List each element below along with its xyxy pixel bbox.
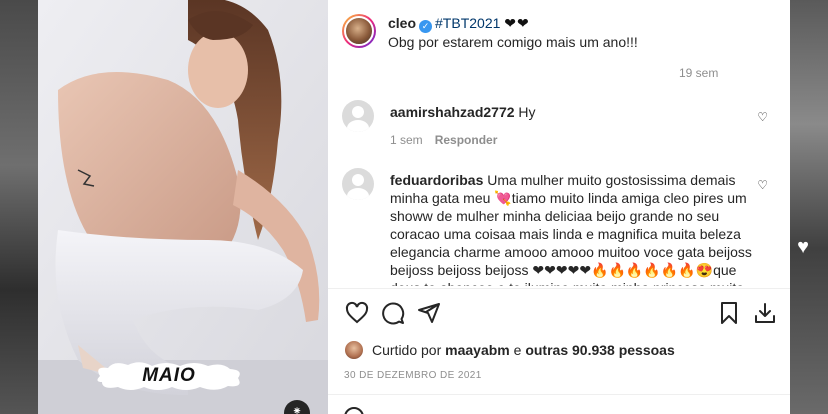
post-details-panel: cleo ✓ #TBT2021 ❤❤ Obg por estarem comigo … [328,0,790,414]
commenter-username[interactable]: feduardoribas [390,172,483,188]
comment-bubble-icon[interactable] [378,298,408,328]
likes-count[interactable]: outras 90.938 pessoas [525,342,674,358]
bookmark-icon[interactable] [714,298,744,328]
reply-button[interactable]: Responder [435,133,498,147]
caption-hearts: ❤❤ [504,15,530,31]
post-photo: MAIO ⁕ [38,0,328,414]
comment-text: Hy [518,104,536,120]
background-heart-icon: ♥ [797,236,809,258]
backdrop-left [0,0,38,414]
comment-text: Uma mulher muito gostosissima demais min… [390,172,752,286]
screen: ♥ MAIO ⁕ cleo ✓ #TBT2021 ❤❤ Obg por esta… [0,0,828,414]
backdrop-right: ♥ [790,0,828,414]
post-time: 19 sem [679,66,719,80]
comment-like-icon[interactable]: ♡ [757,178,768,192]
liker-username[interactable]: maayabm [445,342,510,358]
comment-item: aamirshahzad2772 Hy ♡ [342,100,782,132]
maio-text: MAIO [142,365,196,386]
liker-avatar[interactable] [344,340,364,360]
action-bar [342,298,782,328]
post-modal: MAIO ⁕ cleo ✓ #TBT2021 ❤❤ Obg por estarem … [38,0,790,414]
commenter-avatar[interactable] [342,168,374,200]
comment-item: feduardoribas Uma mulher muito gostosiss… [342,168,782,286]
likes-summary: Curtido por maayabm e outras 90.938 pess… [344,340,675,360]
author-avatar[interactable] [342,14,376,48]
post-caption: cleo ✓ #TBT2021 ❤❤ Obg por estarem comigo … [342,14,782,51]
comment-time: 1 sem [390,133,423,147]
add-comment-bar[interactable] [328,394,790,414]
comment-like-icon[interactable]: ♡ [757,110,768,124]
commenter-avatar[interactable] [342,100,374,132]
caption-text: Obg por estarem comigo mais um ano!!! [388,34,638,50]
comment-meta: 1 sem Responder [390,133,497,147]
likes-joiner: e [513,342,522,358]
caption-hashtag[interactable]: #TBT2021 [435,15,500,31]
likes-prefix: Curtido por [372,342,442,358]
actions-divider [328,288,790,289]
author-username[interactable]: cleo [388,15,416,31]
post-date: 30 DE DEZEMBRO DE 2021 [344,370,482,381]
download-tray-icon[interactable] [750,298,780,328]
emoji-icon[interactable] [344,407,364,414]
paper-plane-icon[interactable] [414,298,444,328]
photo-caption-label: MAIO [94,360,244,392]
commenter-username[interactable]: aamirshahzad2772 [390,104,515,120]
photo-illustration [38,0,328,414]
verified-badge-icon: ✓ [419,20,433,33]
heart-outline-icon[interactable] [342,298,372,328]
